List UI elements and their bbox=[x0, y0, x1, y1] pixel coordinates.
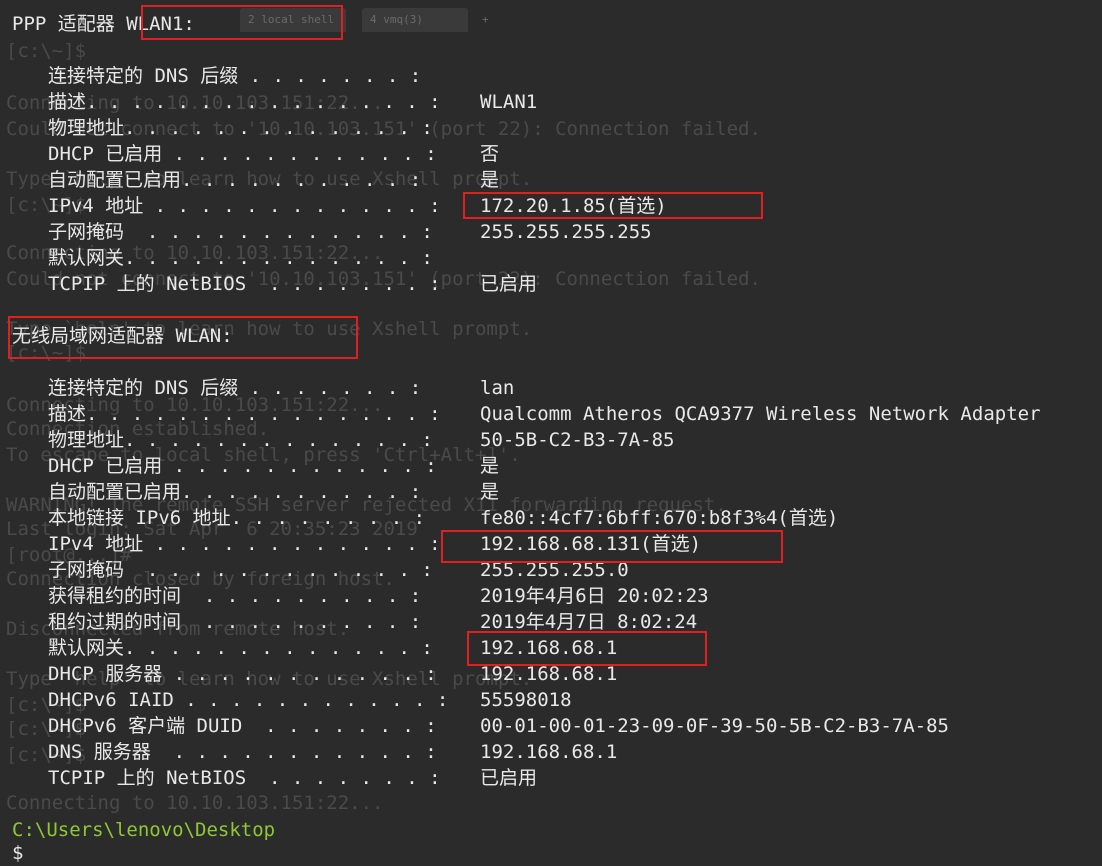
row-label: 获得租约的时间 . . . . . . . . . : bbox=[48, 585, 422, 607]
row-label: DNS 服务器 . . . . . . . . . . . : bbox=[48, 741, 437, 763]
row-label: IPv4 地址 . . . . . . . . . . . . : bbox=[48, 195, 441, 217]
row-value: 是 bbox=[480, 169, 500, 191]
row-value: 255.255.255.255 bbox=[480, 221, 652, 243]
row-value: 55598018 bbox=[480, 689, 572, 711]
row-value: 192.168.68.1 bbox=[480, 663, 618, 685]
row-label: 自动配置已启用. . . . . . . . . . : bbox=[48, 481, 422, 503]
row-value: 否 bbox=[480, 143, 500, 165]
row-label: IPv4 地址 . . . . . . . . . . . . : bbox=[48, 533, 441, 555]
row-value: 2019年4月6日 20:02:23 bbox=[480, 585, 709, 607]
row-value: 是 bbox=[480, 481, 500, 503]
row-label: 本地链接 IPv6 地址. . . . . . . . : bbox=[48, 507, 426, 529]
row-label: TCPIP 上的 NetBIOS . . . . . . . : bbox=[48, 767, 441, 789]
row-label: DHCP 已启用 . . . . . . . . . . . : bbox=[48, 143, 437, 165]
row-label: 子网掩码 . . . . . . . . . . . . : bbox=[48, 221, 433, 243]
row-label: 默认网关. . . . . . . . . . . . . : bbox=[48, 247, 433, 269]
row-label: 自动配置已启用. . . . . . . . . . : bbox=[48, 169, 422, 191]
row-label: DHCPv6 IAID . . . . . . . . . . . : bbox=[48, 689, 449, 711]
new-tab-button[interactable]: + bbox=[474, 8, 504, 32]
row-value: 2019年4月7日 8:02:24 bbox=[480, 611, 698, 633]
tab-vmq[interactable]: 4 vmq(3) bbox=[362, 8, 468, 32]
row-value: lan bbox=[480, 377, 515, 399]
row-label: DHCP 服务器 . . . . . . . . . . . : bbox=[48, 663, 437, 685]
row-label: DHCPv6 客户端 DUID . . . . . . . : bbox=[48, 715, 437, 737]
row-label: 子网掩码 . . . . . . . . . . . . : bbox=[48, 559, 433, 581]
row-value-gateway: 192.168.68.1 bbox=[480, 637, 618, 659]
row-label: 物理地址. . . . . . . . . . . . . : bbox=[48, 429, 433, 451]
row-value-ipv4: 192.168.68.131(首选) bbox=[480, 533, 702, 555]
history-line: Connecting to 10.10.103.151:22... bbox=[6, 792, 384, 814]
row-value: fe80::4cf7:6bff:670:b8f3%4(首选) bbox=[480, 507, 839, 529]
row-value: 00-01-00-01-23-09-0F-39-50-5B-C2-B3-7A-8… bbox=[480, 715, 949, 737]
row-label: 描述. . . . . . . . . . . . . . . : bbox=[48, 403, 441, 425]
adapter-header-wlan: 无线局域网适配器 WLAN: bbox=[12, 325, 233, 347]
row-value: Qualcomm Atheros QCA9377 Wireless Networ… bbox=[480, 403, 1041, 425]
row-value: 50-5B-C2-B3-7A-85 bbox=[480, 429, 675, 451]
row-label: 描述. . . . . . . . . . . . . . . : bbox=[48, 91, 441, 113]
row-label: 物理地址. . . . . . . . . . . . . : bbox=[48, 117, 433, 139]
shell-cursor[interactable]: $ bbox=[12, 840, 23, 866]
shell-prompt-path: C:\Users\lenovo\Desktop bbox=[12, 819, 276, 841]
row-label: 连接特定的 DNS 后缀 . . . . . . . : bbox=[48, 65, 422, 87]
tab-local-shell[interactable]: 2 local shell bbox=[240, 8, 346, 32]
row-value: 是 bbox=[480, 455, 500, 477]
history-line: [c:\~]$ bbox=[6, 40, 87, 62]
row-label: 租约过期的时间 . . . . . . . . . : bbox=[48, 611, 422, 633]
row-label: 连接特定的 DNS 后缀 . . . . . . . : bbox=[48, 377, 422, 399]
row-value: 255.255.255.0 bbox=[480, 559, 629, 581]
row-label: TCPIP 上的 NetBIOS . . . . . . . : bbox=[48, 273, 441, 295]
row-label: DHCP 已启用 . . . . . . . . . . . : bbox=[48, 455, 437, 477]
row-value: 已启用 bbox=[480, 767, 538, 789]
row-value: 已启用 bbox=[480, 273, 538, 295]
row-value-ipv4: 172.20.1.85(首选) bbox=[480, 195, 667, 217]
row-value: WLAN1 bbox=[480, 91, 538, 113]
adapter-header-wlan1: PPP 适配器 WLAN1: bbox=[12, 13, 195, 35]
row-label: 默认网关. . . . . . . . . . . . . : bbox=[48, 637, 433, 659]
row-value: 192.168.68.1 bbox=[480, 741, 618, 763]
